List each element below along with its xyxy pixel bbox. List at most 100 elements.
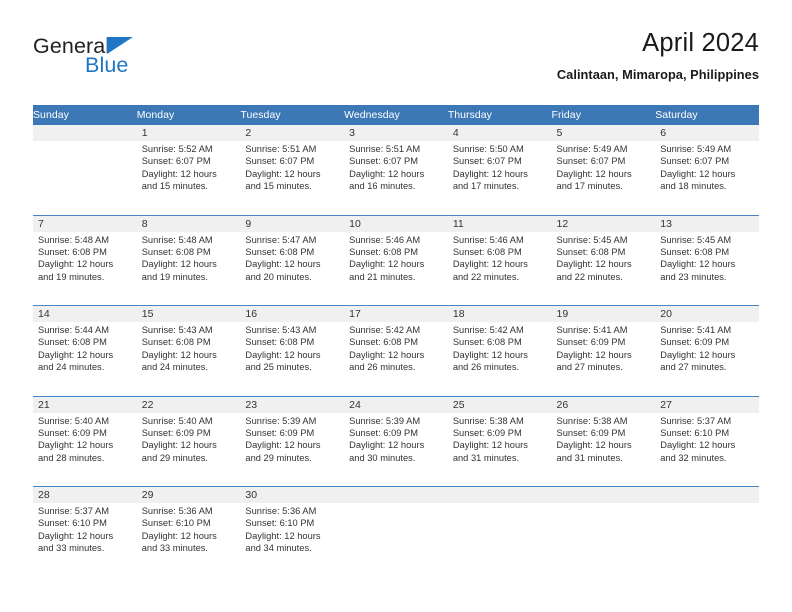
day-cell[interactable] <box>447 503 552 575</box>
day-number[interactable]: 5 <box>551 125 656 141</box>
daylight-text-line2: and 21 minutes. <box>349 271 416 282</box>
day-cell[interactable]: Sunrise: 5:51 AM Sunset: 6:07 PM Dayligh… <box>344 141 448 213</box>
day-number[interactable]: 14 <box>33 305 137 322</box>
day-number[interactable]: 4 <box>447 125 552 141</box>
day-number[interactable]: 21 <box>33 396 137 413</box>
day-cell[interactable] <box>33 141 137 213</box>
day-number[interactable]: 8 <box>136 215 241 232</box>
day-cell[interactable] <box>655 503 759 575</box>
day-cell[interactable]: Sunrise: 5:40 AM Sunset: 6:09 PM Dayligh… <box>33 412 137 485</box>
daylight-text-line1: Daylight: 12 hours <box>38 349 114 360</box>
weekday-header-monday: Monday <box>136 105 241 125</box>
day-number[interactable] <box>447 486 552 503</box>
daylight-text-line2: and 19 minutes. <box>38 271 105 282</box>
day-number[interactable]: 2 <box>240 125 345 141</box>
day-number[interactable]: 28 <box>33 486 137 503</box>
day-number[interactable]: 18 <box>447 305 552 322</box>
day-number[interactable]: 15 <box>136 305 241 322</box>
day-number[interactable] <box>33 125 137 141</box>
day-number[interactable]: 30 <box>240 486 345 503</box>
day-cell[interactable]: Sunrise: 5:37 AM Sunset: 6:10 PM Dayligh… <box>655 412 759 485</box>
day-number[interactable]: 17 <box>344 305 448 322</box>
day-cell[interactable]: Sunrise: 5:38 AM Sunset: 6:09 PM Dayligh… <box>551 412 656 485</box>
day-cell[interactable]: Sunrise: 5:41 AM Sunset: 6:09 PM Dayligh… <box>551 322 656 394</box>
day-number[interactable]: 10 <box>344 215 448 232</box>
day-cell[interactable]: Sunrise: 5:49 AM Sunset: 6:07 PM Dayligh… <box>551 141 656 213</box>
day-cell[interactable]: Sunrise: 5:49 AM Sunset: 6:07 PM Dayligh… <box>655 141 759 213</box>
day-cell[interactable]: Sunrise: 5:36 AM Sunset: 6:10 PM Dayligh… <box>240 503 345 575</box>
daylight-text-line2: and 25 minutes. <box>245 362 312 373</box>
day-cell[interactable]: Sunrise: 5:44 AM Sunset: 6:08 PM Dayligh… <box>33 322 137 394</box>
day-cell[interactable]: Sunrise: 5:46 AM Sunset: 6:08 PM Dayligh… <box>344 231 448 304</box>
day-number[interactable]: 27 <box>655 396 759 413</box>
sunset-text: Sunset: 6:08 PM <box>452 337 522 348</box>
day-cell[interactable]: Sunrise: 5:42 AM Sunset: 6:08 PM Dayligh… <box>447 322 552 394</box>
day-cell[interactable]: Sunrise: 5:43 AM Sunset: 6:08 PM Dayligh… <box>240 322 345 394</box>
day-cell[interactable]: Sunrise: 5:41 AM Sunset: 6:09 PM Dayligh… <box>655 322 759 394</box>
sunset-text: Sunset: 6:09 PM <box>556 427 626 438</box>
day-number[interactable]: 9 <box>240 215 345 232</box>
daylight-text-line2: and 26 minutes. <box>452 362 520 373</box>
daylight-text-line1: Daylight: 12 hours <box>556 349 632 360</box>
day-cell[interactable]: Sunrise: 5:38 AM Sunset: 6:09 PM Dayligh… <box>447 412 552 485</box>
sunset-text: Sunset: 6:08 PM <box>38 337 107 348</box>
day-number[interactable]: 7 <box>33 215 137 232</box>
day-cell[interactable]: Sunrise: 5:46 AM Sunset: 6:08 PM Dayligh… <box>447 231 552 304</box>
day-number[interactable]: 13 <box>655 215 759 232</box>
day-cell[interactable]: Sunrise: 5:48 AM Sunset: 6:08 PM Dayligh… <box>33 231 137 304</box>
day-number[interactable]: 1 <box>136 125 241 141</box>
day-number[interactable]: 6 <box>655 125 759 141</box>
day-number[interactable]: 22 <box>136 396 241 413</box>
weekday-header-sunday: Sunday <box>33 105 137 125</box>
day-cell[interactable]: Sunrise: 5:48 AM Sunset: 6:08 PM Dayligh… <box>136 231 241 304</box>
day-number[interactable]: 23 <box>240 396 345 413</box>
sunset-text: Sunset: 6:09 PM <box>349 427 418 438</box>
day-cell[interactable]: Sunrise: 5:39 AM Sunset: 6:09 PM Dayligh… <box>240 412 345 485</box>
title-block: April 2024 Calintaan, Mimaropa, Philippi… <box>557 28 759 82</box>
day-cell[interactable]: Sunrise: 5:47 AM Sunset: 6:08 PM Dayligh… <box>240 231 345 304</box>
day-number[interactable]: 19 <box>551 305 656 322</box>
day-number[interactable]: 16 <box>240 305 345 322</box>
day-number[interactable]: 24 <box>344 396 448 413</box>
day-cell[interactable]: Sunrise: 5:51 AM Sunset: 6:07 PM Dayligh… <box>240 141 345 213</box>
day-cell[interactable]: Sunrise: 5:43 AM Sunset: 6:08 PM Dayligh… <box>136 322 241 394</box>
day-number[interactable]: 20 <box>655 305 759 322</box>
day-cell[interactable]: Sunrise: 5:42 AM Sunset: 6:08 PM Dayligh… <box>344 322 448 394</box>
day-number[interactable] <box>551 486 656 503</box>
day-cell[interactable]: Sunrise: 5:50 AM Sunset: 6:07 PM Dayligh… <box>447 141 552 213</box>
daylight-text-line1: Daylight: 12 hours <box>141 530 217 541</box>
calendar-grid: Sunday Monday Tuesday Wednesday Thursday… <box>33 105 759 575</box>
day-cell[interactable]: Sunrise: 5:45 AM Sunset: 6:08 PM Dayligh… <box>551 231 656 304</box>
day-cell[interactable]: Sunrise: 5:37 AM Sunset: 6:10 PM Dayligh… <box>33 503 137 575</box>
day-cell[interactable]: Sunrise: 5:39 AM Sunset: 6:09 PM Dayligh… <box>344 412 448 485</box>
daylight-text-line1: Daylight: 12 hours <box>349 349 425 360</box>
day-number[interactable]: 26 <box>551 396 656 413</box>
sunrise-text: Sunrise: 5:48 AM <box>141 234 213 245</box>
day-number[interactable]: 3 <box>344 125 448 141</box>
daylight-text-line1: Daylight: 12 hours <box>245 168 321 179</box>
sunset-text: Sunset: 6:07 PM <box>141 156 211 167</box>
day-number[interactable] <box>344 486 448 503</box>
daylight-text-line2: and 30 minutes. <box>349 452 416 463</box>
daylight-text-line2: and 23 minutes. <box>660 271 727 282</box>
week-3-daynum-row: 14 15 16 17 18 19 20 <box>33 305 759 322</box>
daylight-text-line1: Daylight: 12 hours <box>38 259 114 270</box>
day-number[interactable]: 25 <box>447 396 552 413</box>
day-cell[interactable]: Sunrise: 5:40 AM Sunset: 6:09 PM Dayligh… <box>136 412 241 485</box>
sunset-text: Sunset: 6:10 PM <box>141 518 211 529</box>
day-number[interactable]: 11 <box>447 215 552 232</box>
day-cell[interactable] <box>551 503 656 575</box>
day-cell[interactable]: Sunrise: 5:52 AM Sunset: 6:07 PM Dayligh… <box>136 141 241 213</box>
day-cell[interactable]: Sunrise: 5:45 AM Sunset: 6:08 PM Dayligh… <box>655 231 759 304</box>
sunrise-text: Sunrise: 5:36 AM <box>245 506 317 516</box>
day-cell[interactable]: Sunrise: 5:36 AM Sunset: 6:10 PM Dayligh… <box>136 503 241 575</box>
daylight-text-line1: Daylight: 12 hours <box>38 530 114 541</box>
daylight-text-line1: Daylight: 12 hours <box>141 349 217 360</box>
daylight-text-line2: and 24 minutes. <box>38 362 105 373</box>
day-cell[interactable] <box>344 503 448 575</box>
general-blue-logo[interactable]: General Blue <box>33 34 233 86</box>
day-number[interactable]: 12 <box>551 215 656 232</box>
sunrise-text: Sunrise: 5:42 AM <box>349 325 421 335</box>
day-number[interactable] <box>655 486 759 503</box>
day-number[interactable]: 29 <box>136 486 241 503</box>
